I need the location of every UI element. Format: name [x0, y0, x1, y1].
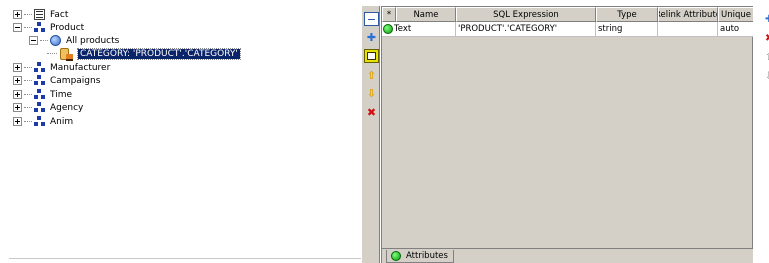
cell-unique[interactable]: auto	[718, 22, 754, 37]
right-edge-toolbar: ✚ ✖ ⇧ ⇩	[753, 6, 769, 263]
level-icon	[59, 48, 73, 61]
tree-item-label: Campaigns	[50, 75, 101, 86]
tree-item-label: Agency	[50, 102, 84, 113]
dimension-icon	[34, 102, 45, 113]
tab-attributes[interactable]: Attributes	[386, 250, 454, 263]
dimension-icon	[34, 62, 45, 73]
tree-item-time[interactable]: Time	[13, 88, 72, 101]
collapse-all-icon[interactable]	[364, 12, 379, 26]
attributes-grid[interactable]: * Name SQL Expression Type Relink Attrib…	[381, 6, 754, 249]
cell-relink-attribute[interactable]	[658, 22, 718, 37]
move-down-icon[interactable]: ⇩	[765, 71, 769, 82]
tree-connector	[24, 121, 32, 122]
edit-icon[interactable]	[364, 49, 379, 63]
expand-icon[interactable]	[13, 63, 22, 72]
expand-icon[interactable]	[13, 117, 22, 126]
move-up-icon[interactable]: ⇧	[364, 68, 379, 82]
cell-name[interactable]: Text	[382, 22, 456, 37]
tree-item-label: All products	[66, 35, 120, 46]
tree-connector	[24, 14, 32, 15]
tree-item-label: Anim	[50, 116, 74, 127]
tree-item-fact[interactable]: Fact	[13, 8, 68, 21]
hierarchy-icon	[50, 35, 61, 46]
attributes-tab-icon	[391, 251, 401, 261]
tree-item-label: Manufacturer	[50, 62, 111, 73]
tree-connector	[24, 80, 32, 81]
tree-item-anim[interactable]: Anim	[13, 115, 73, 128]
tree-item-label: CATEGORY: 'PRODUCT'.'CATEGORY'	[77, 47, 241, 60]
dimension-icon	[34, 89, 45, 100]
cell-sql-expression[interactable]: 'PRODUCT'.'CATEGORY'	[456, 22, 596, 37]
expand-icon[interactable]	[13, 76, 22, 85]
tree-item-agency[interactable]: Agency	[13, 101, 83, 114]
dimension-tree[interactable]: Fact Product All products CATEGORY: 'PRO…	[9, 6, 366, 259]
tab-label: Attributes	[406, 251, 448, 261]
bottom-tab-bar: Attributes	[381, 249, 753, 263]
tree-item-product[interactable]: Product	[13, 21, 84, 34]
tree-connector	[24, 107, 32, 108]
tree-item-label: Fact	[50, 9, 69, 20]
expand-icon[interactable]	[13, 10, 22, 19]
attribute-name: Text	[394, 24, 412, 34]
expand-icon[interactable]	[13, 90, 22, 99]
collapse-icon[interactable]	[29, 36, 38, 45]
collapse-icon[interactable]	[13, 23, 22, 32]
column-header-relink-attribute[interactable]: Relink Attribute	[658, 7, 718, 22]
table-row[interactable]: Text 'PRODUCT'.'CATEGORY' string auto	[382, 22, 754, 37]
add-icon[interactable]: ✚	[765, 14, 769, 25]
column-header-name[interactable]: Name	[396, 7, 456, 22]
tree-item-category-level[interactable]: CATEGORY: 'PRODUCT'.'CATEGORY'	[47, 47, 241, 61]
column-header-unique[interactable]: Unique	[718, 7, 754, 22]
move-up-icon[interactable]: ⇧	[765, 52, 769, 63]
add-icon[interactable]: ✚	[364, 30, 379, 44]
tree-item-all-products[interactable]: All products	[29, 34, 119, 47]
tree-item-label: Product	[50, 22, 85, 33]
tree-connector	[24, 94, 32, 95]
dimension-icon	[34, 22, 45, 33]
column-header-type[interactable]: Type	[596, 7, 658, 22]
column-header-sql-expression[interactable]: SQL Expression	[456, 7, 596, 22]
tree-item-label: Time	[50, 89, 73, 100]
move-down-icon[interactable]: ⇩	[364, 86, 379, 100]
delete-icon[interactable]: ✖	[765, 33, 769, 44]
dimension-icon	[34, 116, 45, 127]
dimension-icon	[34, 75, 45, 86]
tree-connector	[40, 40, 48, 41]
tree-connector	[47, 53, 57, 54]
vertical-toolbar: ✚ ⇧ ⇩ ✖	[361, 6, 380, 263]
fact-table-icon	[34, 9, 45, 20]
grid-header: * Name SQL Expression Type Relink Attrib…	[382, 7, 754, 22]
delete-icon[interactable]: ✖	[364, 105, 379, 119]
column-header-status[interactable]: *	[382, 7, 396, 22]
tree-connector	[24, 27, 32, 28]
tree-item-campaigns[interactable]: Campaigns	[13, 74, 100, 87]
expand-icon[interactable]	[13, 103, 22, 112]
tree-connector	[24, 67, 32, 68]
cell-type[interactable]: string	[596, 22, 658, 37]
tree-item-manufacturer[interactable]: Manufacturer	[13, 61, 110, 74]
status-ok-icon	[383, 24, 393, 34]
